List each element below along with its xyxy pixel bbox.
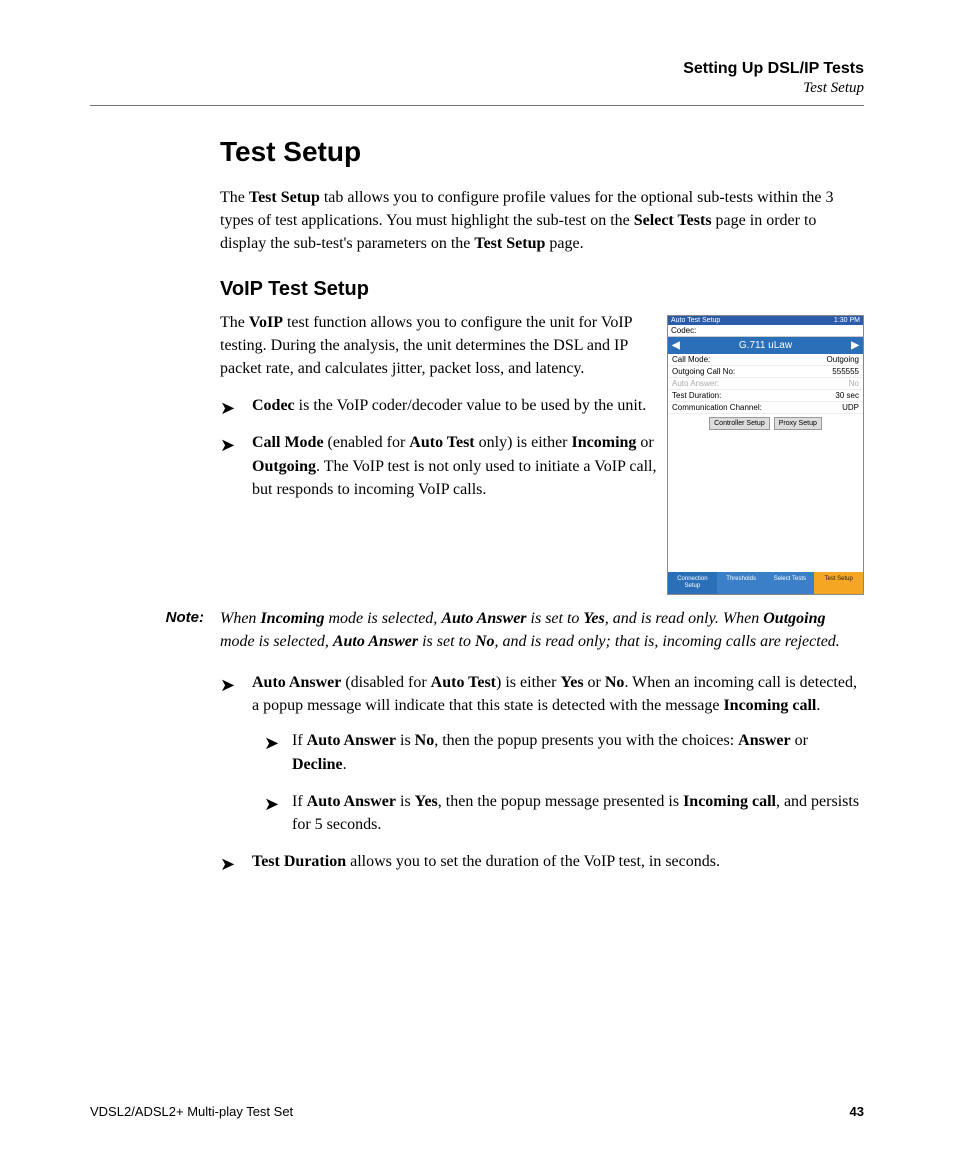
- bullet-auto-answer: Auto Answer (disabled for Auto Test) is …: [220, 671, 864, 836]
- section-title: Test Setup: [220, 136, 864, 168]
- bullet-test-duration: Test Duration allows you to set the dura…: [220, 850, 864, 873]
- voip-intro-paragraph: The VoIP test function allows you to con…: [220, 311, 657, 381]
- page-number: 43: [850, 1104, 864, 1119]
- fig-tab-connection-setup: Connection Setup: [668, 572, 717, 593]
- bullet-codec: Codec is the VoIP coder/decoder value to…: [220, 394, 864, 417]
- fig-proxy-setup-button: Proxy Setup: [774, 417, 822, 430]
- fig-controller-setup-button: Controller Setup: [709, 417, 770, 430]
- chevron-left-icon: ◀: [672, 340, 680, 351]
- note-label: Note:: [90, 607, 220, 653]
- fig-tab-thresholds: Thresholds: [717, 572, 766, 593]
- fig-status-title: Auto Test Setup: [671, 317, 720, 324]
- fig-codec-value: G.711 uLaw: [739, 340, 792, 351]
- chapter-title: Setting Up DSL/IP Tests: [90, 60, 864, 78]
- bullet-list-2: Auto Answer (disabled for Auto Test) is …: [220, 671, 864, 873]
- fig-status-time: 1:30 PM: [834, 317, 860, 324]
- bullet-list-1: Codec is the VoIP coder/decoder value to…: [220, 394, 864, 501]
- header-rule: [90, 105, 864, 106]
- bullet-call-mode: Call Mode (enabled for Auto Test only) i…: [220, 431, 864, 501]
- chevron-right-icon: ▶: [851, 340, 859, 351]
- fig-tab-test-setup: Test Setup: [814, 572, 863, 593]
- fig-tab-select-tests: Select Tests: [766, 572, 815, 593]
- fig-codec-label: Codec:: [668, 325, 863, 337]
- note-body: When Incoming mode is selected, Auto Ans…: [220, 607, 864, 653]
- bullet-auto-answer-yes: If Auto Answer is Yes, then the popup me…: [264, 790, 864, 836]
- note-block: Note: When Incoming mode is selected, Au…: [90, 607, 864, 653]
- intro-paragraph: The Test Setup tab allows you to configu…: [220, 186, 864, 256]
- section-name-header: Test Setup: [90, 80, 864, 97]
- bullet-auto-answer-no: If Auto Answer is No, then the popup pre…: [264, 729, 864, 775]
- footer-product-name: VDSL2/ADSL2+ Multi-play Test Set: [90, 1104, 293, 1119]
- subsection-title: VoIP Test Setup: [220, 278, 864, 301]
- fig-codec-selector: ◀ G.711 uLaw ▶: [668, 337, 863, 354]
